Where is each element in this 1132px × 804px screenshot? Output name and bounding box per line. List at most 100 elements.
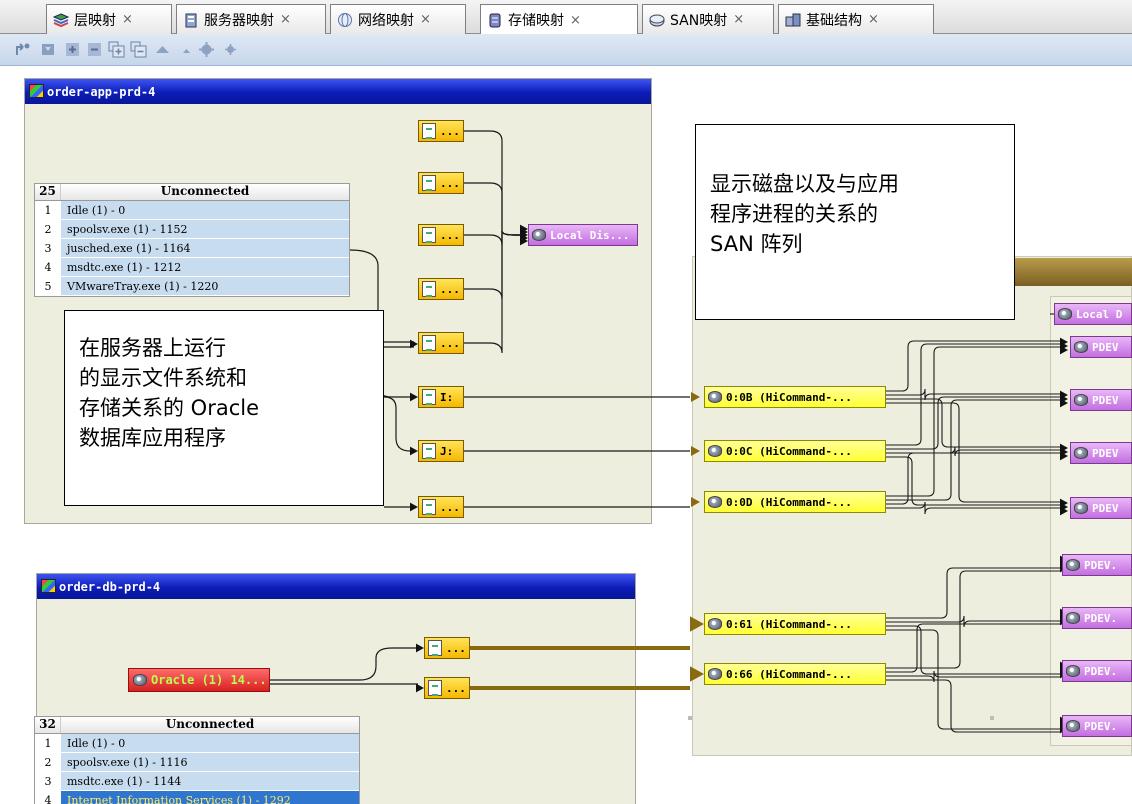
- filesystem-node[interactable]: ...: [418, 224, 464, 246]
- physical-device-node[interactable]: PDEV.: [1062, 607, 1132, 629]
- close-icon[interactable]: ×: [280, 12, 291, 27]
- network-icon: [337, 12, 353, 28]
- physical-device-node[interactable]: PDEV: [1070, 389, 1132, 411]
- volume-node[interactable]: 0:66 (HiCommand-...: [704, 663, 886, 685]
- callout-app-description: 在服务器上运行 的显示文件系统和 存储关系的 Oracle 数据库应用程序: [64, 310, 384, 506]
- table-row[interactable]: 3 msdtc.exe (1) - 1144: [35, 772, 359, 791]
- filesystem-node[interactable]: ...: [418, 332, 464, 354]
- volume-icon: [708, 445, 722, 457]
- row-number: 1: [35, 736, 61, 750]
- disk-icon: [1058, 308, 1072, 320]
- unconnected-process-table[interactable]: 32 Unconnected 1 Idle (1) - 0 2 spoolsv.exe…: [34, 716, 360, 804]
- table-row[interactable]: 1 Idle (1) - 0: [35, 201, 349, 220]
- table-row[interactable]: 2 spoolsv.exe (1) - 1116: [35, 753, 359, 772]
- oracle-process-node[interactable]: Oracle (1) 14...: [128, 668, 270, 692]
- arrow-head: [691, 446, 700, 456]
- physical-device-node[interactable]: PDEV: [1070, 336, 1132, 358]
- physical-device-node[interactable]: PDEV: [1070, 497, 1132, 519]
- tab-network-mapping[interactable]: 网络映射 ×: [330, 4, 466, 34]
- collapse-all-icon[interactable]: [86, 41, 103, 58]
- row-number: 1: [35, 203, 61, 217]
- tab-label: 基础结构: [806, 12, 862, 29]
- filter-icon[interactable]: [40, 41, 57, 58]
- table-row[interactable]: 2 spoolsv.exe (1) - 1152: [35, 220, 349, 239]
- layers-icon: [52, 12, 70, 28]
- tab-label: 服务器映射: [204, 12, 274, 29]
- tab-infrastructure[interactable]: 基础结构 ×: [778, 4, 934, 34]
- process-name: jusched.exe (1) - 1164: [61, 239, 349, 257]
- volume-icon: [708, 496, 722, 508]
- filesystem-node[interactable]: ...: [424, 677, 470, 699]
- table-row[interactable]: 3 jusched.exe (1) - 1164: [35, 239, 349, 258]
- connection-line: [886, 623, 1060, 673]
- disk-icon: [532, 229, 546, 241]
- filesystem-node[interactable]: ...: [424, 637, 470, 659]
- filesystem-node[interactable]: ...: [418, 120, 464, 142]
- connection-line: [270, 647, 418, 681]
- node-label: I:: [440, 390, 454, 404]
- san-icon: [649, 12, 665, 28]
- table-row[interactable]: 4 msdtc.exe (1) - 1212: [35, 258, 349, 277]
- layout-icon[interactable]: [14, 41, 31, 58]
- physical-device-node[interactable]: PDEV.: [1062, 715, 1132, 737]
- expand-icon[interactable]: [108, 41, 125, 58]
- row-number: 5: [35, 279, 61, 293]
- close-icon[interactable]: ×: [868, 12, 879, 27]
- arrow-head: [691, 497, 700, 507]
- volume-node[interactable]: 0:0C (HiCommand-...: [704, 440, 886, 462]
- table-body: 1 Idle (1) - 0 2 spoolsv.exe (1) - 1116 3 msd…: [35, 734, 359, 804]
- storage-mapping-window: 层映射 × 服务器映射 × 网络映射 × 存储映射 × SAN映射 × 基础结构…: [0, 0, 1132, 804]
- local-disk-node[interactable]: Local Dis...: [528, 224, 638, 246]
- file-icon: [428, 680, 442, 696]
- unconnected-process-table[interactable]: 25 Unconnected 1 Idle (1) - 0 2 spoolsv.exe…: [34, 183, 350, 297]
- close-icon[interactable]: ×: [122, 12, 133, 27]
- node-label: PDEV: [1092, 501, 1119, 515]
- node-label: J:: [440, 444, 454, 458]
- tab-san-mapping[interactable]: SAN映射 ×: [642, 4, 774, 34]
- filesystem-node[interactable]: ...: [418, 278, 464, 300]
- callout-line: 数据库应用程序: [79, 426, 226, 450]
- filesystem-node[interactable]: ...: [418, 496, 464, 518]
- zoom-small-icon[interactable]: [222, 41, 239, 58]
- volume-node[interactable]: 0:61 (HiCommand-...: [704, 613, 886, 635]
- move-up-icon[interactable]: [154, 41, 171, 58]
- connection-line: [464, 230, 522, 300]
- callout-line: 的显示文件系统和: [79, 366, 247, 390]
- file-icon: [422, 389, 436, 405]
- collapse-icon[interactable]: [130, 41, 147, 58]
- resize-handle[interactable]: [688, 716, 692, 720]
- tab-layer-mapping[interactable]: 层映射 ×: [46, 4, 172, 34]
- node-label: ...: [440, 176, 460, 190]
- expand-all-icon[interactable]: [64, 41, 81, 58]
- volume-node[interactable]: 0:0B (HiCommand-...: [704, 386, 886, 408]
- file-icon: [422, 499, 436, 515]
- connection-line: [383, 396, 414, 452]
- connection-line: [886, 446, 1060, 457]
- filesystem-node[interactable]: J:: [418, 440, 464, 462]
- filesystem-node[interactable]: ...: [418, 172, 464, 194]
- volume-node[interactable]: 0:0D (HiCommand-...: [704, 491, 886, 513]
- resize-handle[interactable]: [990, 716, 994, 720]
- physical-device-node[interactable]: PDEV: [1070, 442, 1132, 464]
- node-label: 0:66 (HiCommand-...: [726, 667, 852, 681]
- tab-server-mapping[interactable]: 服务器映射 ×: [176, 4, 326, 34]
- move-up-small-icon[interactable]: [178, 41, 195, 58]
- node-label: 0:61 (HiCommand-...: [726, 617, 852, 631]
- close-icon[interactable]: ×: [420, 12, 431, 27]
- connection-line: [464, 230, 522, 246]
- tab-storage-mapping[interactable]: 存储映射 ×: [480, 4, 638, 35]
- close-icon[interactable]: ×: [570, 13, 581, 28]
- table-row[interactable]: 1 Idle (1) - 0: [35, 734, 359, 753]
- infrastructure-icon: [785, 12, 801, 28]
- physical-device-node[interactable]: PDEV.: [1062, 660, 1132, 682]
- zoom-icon[interactable]: [198, 41, 215, 58]
- table-row[interactable]: 4 Internet Information Services (1) - 129…: [35, 791, 359, 804]
- table-row[interactable]: 5 VMwareTray.exe (1) - 1220: [35, 277, 349, 296]
- filesystem-node[interactable]: I:: [418, 386, 464, 408]
- disk-icon: [1066, 720, 1080, 732]
- physical-device-node[interactable]: Local D: [1054, 303, 1132, 325]
- connection-line: [886, 501, 1060, 515]
- close-icon[interactable]: ×: [733, 12, 744, 27]
- connection-line: [886, 456, 1060, 506]
- physical-device-node[interactable]: PDEV.: [1062, 554, 1132, 576]
